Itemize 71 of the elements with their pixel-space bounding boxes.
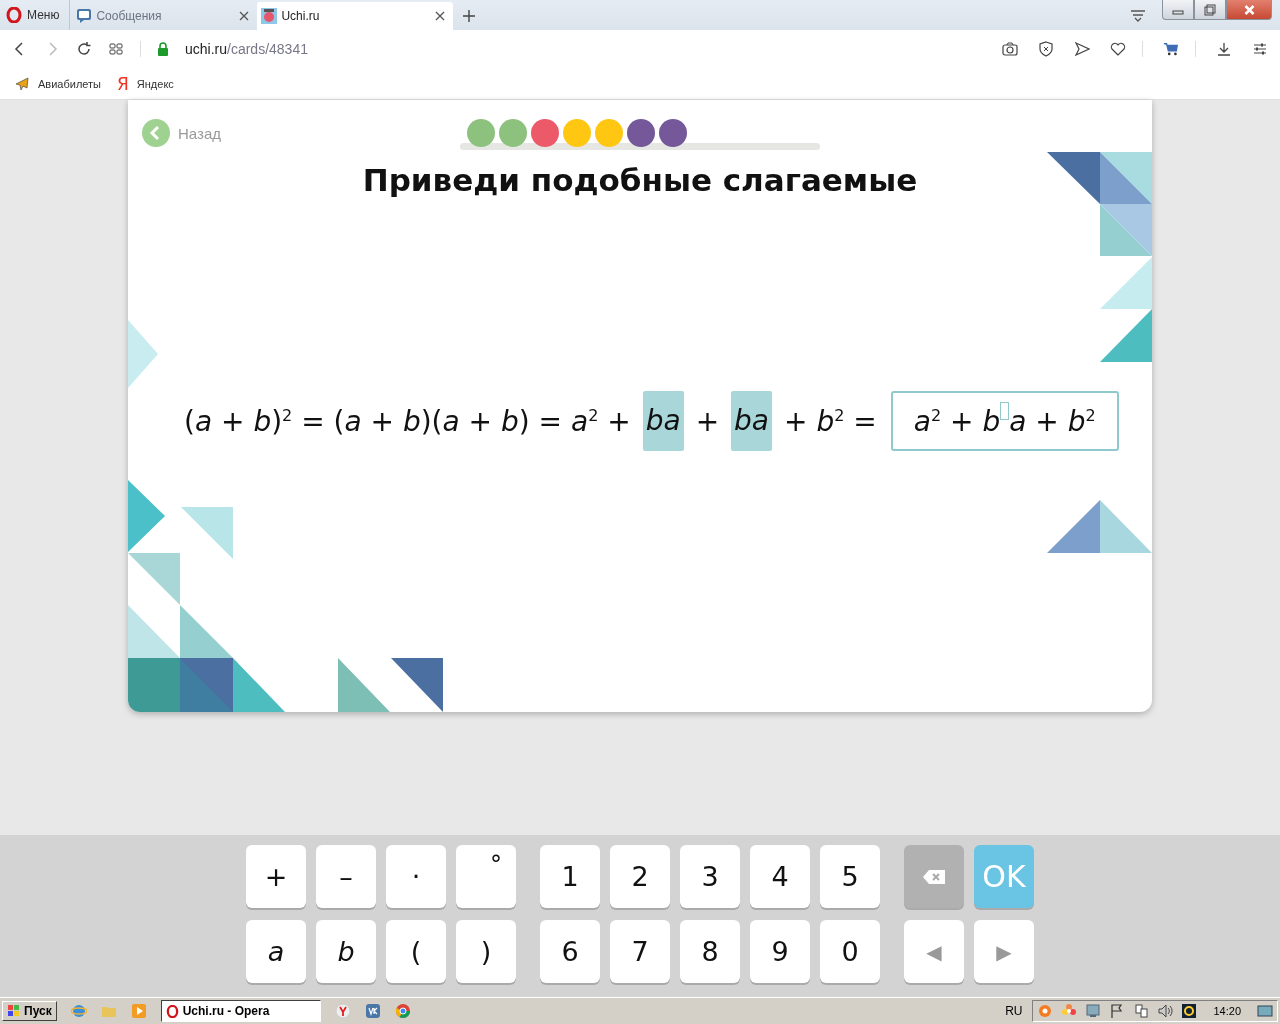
address-field[interactable]: uchi.ru/cards/48341 [185, 41, 308, 57]
minimize-button[interactable] [1162, 0, 1194, 20]
settings-sliders-icon[interactable] [1252, 41, 1268, 57]
highlighted-term: ba [731, 391, 773, 451]
airplane-icon [14, 75, 30, 92]
key-button[interactable]: b [316, 920, 376, 983]
browser-tab[interactable]: Uchi.ru [257, 2, 454, 30]
start-button[interactable]: Пуск [2, 1001, 57, 1021]
close-icon[interactable] [239, 11, 250, 21]
key-button[interactable]: 7 [610, 920, 670, 983]
key-button[interactable]: 5 [820, 845, 880, 908]
monitor-app-icon[interactable] [1085, 1003, 1102, 1019]
browser-tab[interactable]: Сообщения [72, 2, 258, 30]
send-icon[interactable] [1074, 41, 1090, 57]
lock-icon [157, 42, 169, 56]
cursor-icon [1000, 402, 1010, 420]
restore-icon [1204, 3, 1216, 16]
key-button[interactable]: 1 [540, 845, 600, 908]
key-button[interactable]: 2 [610, 845, 670, 908]
key-button[interactable]: ) [456, 920, 516, 983]
reload-icon[interactable] [76, 41, 92, 57]
clock-text: 14:20 [1213, 1005, 1241, 1017]
key-button[interactable]: 9 [750, 920, 810, 983]
chrome-icon[interactable] [394, 1003, 411, 1019]
ring-app-icon[interactable] [1181, 1003, 1198, 1019]
back-chevron-icon [142, 119, 170, 147]
restore-button[interactable] [1194, 0, 1226, 20]
heart-icon[interactable] [1110, 41, 1126, 57]
close-window-button[interactable] [1226, 0, 1272, 20]
key-button[interactable]: ° [456, 845, 516, 908]
network-icon[interactable] [1133, 1003, 1150, 1019]
square-app-icon[interactable] [364, 1003, 381, 1019]
backspace-icon [922, 868, 946, 885]
key-button[interactable]: ( [386, 920, 446, 983]
bookmark-link[interactable]: Я Яндекс [117, 73, 174, 94]
new-tab-icon[interactable] [463, 10, 476, 22]
site-favicon-icon [261, 8, 278, 24]
close-icon [1242, 3, 1256, 16]
antivirus-icon[interactable] [1037, 1003, 1054, 1019]
key-button[interactable]: a [246, 920, 306, 983]
camera-icon[interactable] [1002, 41, 1018, 57]
shield-icon[interactable] [1038, 41, 1054, 57]
highlighted-term: ba [642, 391, 684, 451]
key-button[interactable]: – [316, 845, 376, 908]
key-button[interactable]: 8 [680, 920, 740, 983]
browser-app-icon[interactable] [334, 1003, 351, 1019]
show-desktop-icon[interactable] [1257, 1003, 1273, 1019]
windows-logo-icon [7, 1004, 21, 1018]
key-button[interactable]: 0 [820, 920, 880, 983]
key-button[interactable]: 3 [680, 845, 740, 908]
cart-icon[interactable] [1163, 41, 1179, 57]
grid-icon[interactable] [108, 41, 124, 57]
equation-text: + [695, 404, 720, 438]
opera-logo-icon [6, 7, 22, 23]
opera-logo-icon [165, 1004, 179, 1018]
close-icon[interactable] [435, 11, 446, 21]
chat-icon [76, 8, 93, 24]
volume-icon[interactable] [1157, 1003, 1174, 1019]
key-button[interactable]: + [246, 845, 306, 908]
bookmark-link[interactable]: Авиабилеты [14, 75, 101, 92]
taskbar-task-button[interactable]: Uchi.ru - Opera [160, 1000, 321, 1022]
equation-text: (a + b)$^{2}$ = (a + b)(a + b) = a$^{2}$ + [184, 404, 631, 438]
tab-menu-icon[interactable] [1130, 10, 1146, 22]
key-button[interactable]: · [386, 845, 446, 908]
language-indicator[interactable]: RU [1005, 1004, 1023, 1018]
key-button[interactable]: 6 [540, 920, 600, 983]
equation-text: + b$^{2}$ = [784, 404, 877, 438]
download-icon[interactable] [1216, 41, 1232, 57]
key-button[interactable]: 4 [750, 845, 810, 908]
task-title: Приведи подобные слагаемые [361, 162, 919, 198]
answer-box[interactable]: a$^{2}$ + b a + b$^{2}$ [890, 391, 1119, 451]
